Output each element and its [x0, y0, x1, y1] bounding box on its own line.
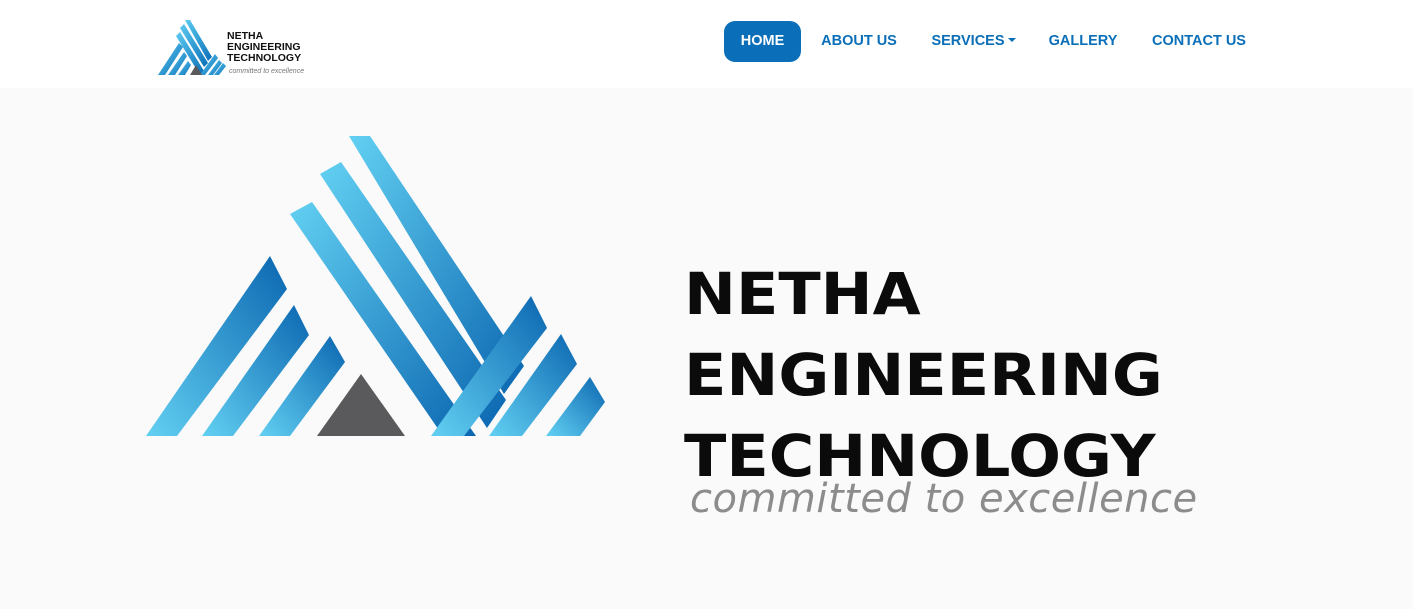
nav-services[interactable]: SERVICES [925, 21, 1022, 62]
brand-tagline: committed to excellence [229, 68, 305, 75]
chevron-down-icon [1007, 38, 1016, 42]
hero-company-name: NETHA ENGINEERING TECHNOLOGY [684, 254, 1369, 497]
nav-services-label: SERVICES [931, 33, 1005, 49]
nav-gallery[interactable]: GALLERY [1042, 21, 1124, 62]
nav-about-us[interactable]: ABOUT US [813, 21, 905, 62]
nav-contact-us[interactable]: CONTACT US [1144, 21, 1254, 62]
main-nav: HOME ABOUT US SERVICES GALLERY CONTACT U… [0, 21, 1413, 62]
hero-line-2: ENGINEERING [684, 341, 1163, 409]
hero-tagline: committed to excellence [690, 476, 1198, 522]
nav-home[interactable]: HOME [724, 21, 801, 62]
navbar: NETHA ENGINEERING TECHNOLOGY committed t… [0, 0, 1413, 88]
hero-banner: NETHA ENGINEERING TECHNOLOGY committed t… [0, 88, 1413, 609]
hero-line-1: NETHA [684, 260, 921, 328]
netha-hero-logo-icon [146, 136, 605, 436]
